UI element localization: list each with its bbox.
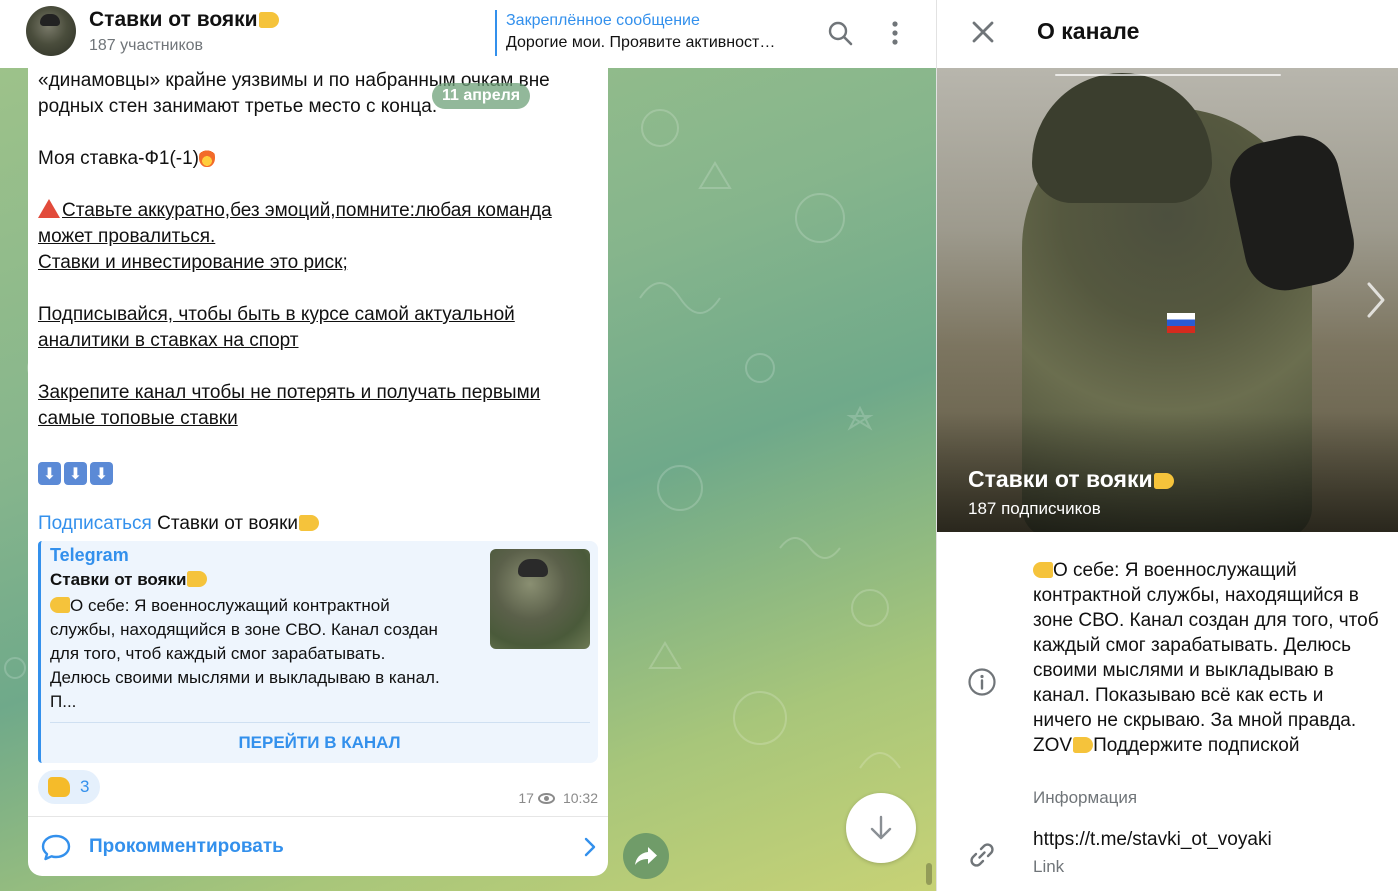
chevron-right-icon[interactable]	[1365, 280, 1387, 320]
divider	[50, 722, 590, 723]
about-label: Информация	[1033, 788, 1138, 807]
scroll-down-button[interactable]	[846, 793, 916, 863]
panel-header: О канале	[937, 0, 1398, 68]
writing-hand-icon	[1033, 562, 1053, 578]
pointing-hand-icon	[1153, 473, 1174, 489]
more-icon	[892, 21, 898, 45]
fire-icon	[199, 147, 216, 167]
scrollbar[interactable]	[926, 863, 932, 885]
link-icon	[970, 843, 994, 867]
channel-link[interactable]: https://t.me/stavki_ot_voyaki	[1033, 827, 1383, 852]
subscribe-link-line: Подписаться Ставки от вояки	[38, 511, 603, 537]
date-badge: 11 апреля	[432, 83, 531, 109]
reaction-thumbs-up[interactable]: 3	[38, 770, 100, 804]
more-button[interactable]	[876, 14, 914, 52]
comment-label: Прокомментировать	[89, 836, 284, 857]
photo-helmet	[1032, 73, 1212, 203]
bet-line: Моя ставка-Ф1(-1)	[38, 146, 603, 172]
comment-icon	[41, 834, 71, 861]
panel-channel-name: Ставки от вояки	[968, 466, 1174, 493]
pointing-hand-icon	[299, 515, 319, 531]
post-time: 10:32	[562, 790, 598, 806]
channel-photo[interactable]: Ставки от вояки 187 подписчиков	[937, 68, 1398, 532]
chat-header: Ставки от вояки 187 участников Закреплён…	[0, 0, 936, 68]
photo-flag	[1167, 313, 1195, 333]
arrows-line: ⬇ ⬇ ⬇	[38, 458, 603, 485]
link-preview[interactable]: Telegram Ставки от вояки О себе: Я военн…	[38, 541, 598, 763]
warning-line: Ставки и инвестирование это риск;	[38, 252, 348, 273]
about-text: О себе: Я военнослужащий контрактной слу…	[1033, 560, 1379, 756]
subscribe-link[interactable]: Подписаться	[38, 513, 152, 534]
pointing-hand-icon	[258, 12, 279, 28]
close-icon[interactable]	[967, 16, 999, 48]
pinned-message[interactable]: Закреплённое сообщение Дорогие мои. Проя…	[495, 10, 813, 56]
share-button[interactable]	[623, 833, 669, 879]
photo-progress	[1055, 74, 1281, 76]
channel-title[interactable]: Ставки от вояки	[89, 8, 279, 32]
warning-line: Ставьте аккуратно,без эмоций,помните:люб…	[38, 198, 603, 224]
share-icon	[635, 847, 657, 865]
pin-line: Закрепите канал чтобы не потерять и полу…	[38, 382, 541, 403]
chevron-right-icon	[584, 837, 596, 857]
writing-hand-icon	[50, 597, 70, 613]
pointing-hand-icon	[1073, 737, 1094, 753]
preview-site: Telegram	[50, 545, 129, 565]
arrow-down-emoji-icon: ⬇	[38, 462, 61, 485]
pinned-text: Дорогие мои. Проявите активност…	[506, 34, 776, 51]
eye-icon	[537, 792, 555, 804]
chat-area[interactable]: «динамовцы» крайне уязвимы и по набранны…	[0, 68, 936, 891]
post-text: «динамовцы» крайне уязвимы и по набранны…	[38, 68, 603, 537]
comment-button[interactable]: Прокомментировать	[28, 816, 608, 876]
info-icon	[968, 668, 996, 696]
pin-line: самые топовые ставки	[38, 408, 238, 429]
warning-line: может провалиться.	[38, 226, 216, 247]
channel-post: «динамовцы» крайне уязвимы и по набранны…	[28, 68, 608, 876]
pointing-hand-icon	[187, 571, 208, 587]
arrow-down-emoji-icon: ⬇	[64, 462, 87, 485]
panel-subscribers: 187 подписчиков	[968, 499, 1101, 518]
panel-title: О канале	[1037, 18, 1140, 44]
warning-icon	[38, 199, 60, 218]
preview-description: О себе: Я военнослужащий контрактной слу…	[50, 596, 440, 711]
subscribe-line: Подписывайся, чтобы быть в курсе самой а…	[38, 304, 515, 325]
arrow-down-emoji-icon: ⬇	[90, 462, 113, 485]
link-label: Link	[1033, 857, 1065, 876]
pinned-title: Закреплённое сообщение	[506, 12, 700, 29]
search-icon	[828, 21, 853, 46]
preview-title: Ставки от вояки	[50, 570, 208, 590]
channel-avatar[interactable]	[26, 6, 76, 56]
channel-info-panel: О канале Ставки от вояки 187 подписчиков…	[936, 0, 1398, 891]
arrow-down-icon	[870, 815, 892, 840]
post-meta: 17 10:32	[518, 790, 598, 806]
member-count: 187 участников	[89, 37, 204, 54]
view-count: 17	[518, 790, 534, 806]
preview-thumbnail[interactable]	[490, 549, 590, 649]
search-button[interactable]	[821, 14, 859, 52]
subscribe-line: аналитики в ставках на спорт	[38, 330, 299, 351]
thumbs-up-icon	[48, 777, 70, 797]
reaction-count: 3	[80, 777, 90, 796]
open-channel-button[interactable]: ПЕРЕЙТИ В КАНАЛ	[41, 725, 598, 761]
